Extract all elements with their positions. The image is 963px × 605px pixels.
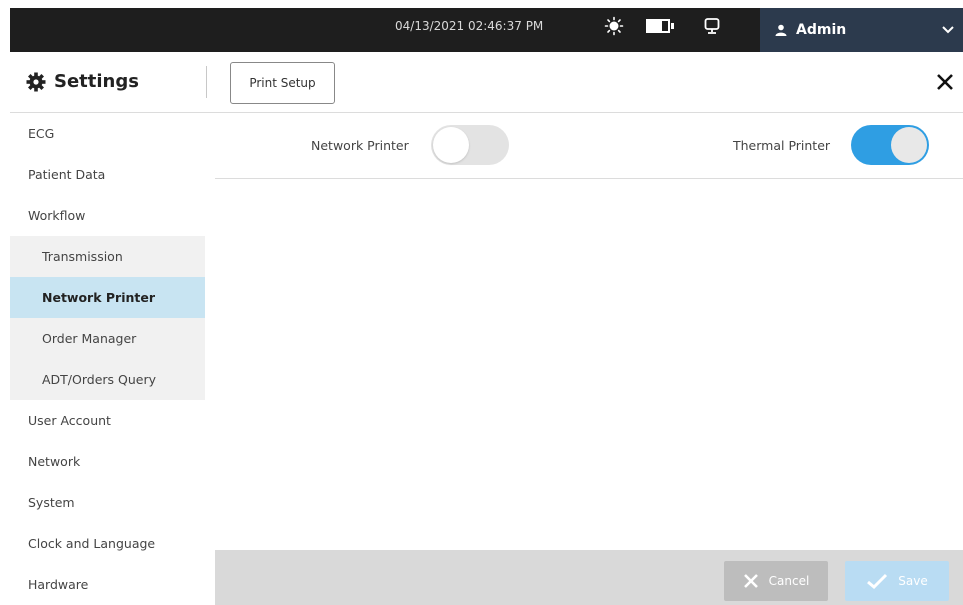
top-status-bar: 04/13/2021 02:46:37 PM Admin bbox=[10, 8, 963, 52]
header-divider bbox=[206, 66, 207, 98]
sidebar-item-system[interactable]: System bbox=[10, 482, 205, 523]
datetime-display: 04/13/2021 02:46:37 PM bbox=[395, 19, 544, 33]
sidebar-item-network-printer[interactable]: Network Printer bbox=[10, 277, 205, 318]
checkmark-icon bbox=[867, 573, 888, 589]
action-footer: Cancel Save bbox=[215, 550, 963, 605]
monitor-icon[interactable] bbox=[700, 8, 724, 44]
sidebar-item-user-account[interactable]: User Account bbox=[10, 400, 205, 441]
tab-print-setup[interactable]: Print Setup bbox=[230, 62, 335, 104]
user-menu[interactable]: Admin bbox=[760, 8, 963, 52]
close-icon bbox=[743, 574, 758, 588]
network-printer-toggle[interactable] bbox=[431, 125, 509, 165]
sidebar-item-network[interactable]: Network bbox=[10, 441, 205, 482]
network-printer-label: Network Printer bbox=[311, 138, 409, 153]
sidebar-item-hardware[interactable]: Hardware bbox=[10, 564, 205, 605]
settings-header: Settings Print Setup bbox=[10, 52, 963, 113]
cancel-label: Cancel bbox=[768, 574, 810, 588]
sidebar-item-order-manager[interactable]: Order Manager bbox=[10, 318, 205, 359]
sidebar-item-patient-data[interactable]: Patient Data bbox=[10, 154, 205, 195]
print-setup-panel: Network Printer Thermal Printer Cancel S… bbox=[215, 113, 963, 605]
sidebar-item-adt-orders-query[interactable]: ADT/Orders Query bbox=[10, 359, 205, 400]
close-icon[interactable] bbox=[927, 64, 963, 100]
cancel-button[interactable]: Cancel bbox=[724, 561, 828, 601]
sidebar-item-transmission[interactable]: Transmission bbox=[10, 236, 205, 277]
user-icon bbox=[772, 8, 790, 52]
save-label: Save bbox=[898, 574, 928, 588]
gear-icon bbox=[24, 52, 48, 112]
thermal-printer-label: Thermal Printer bbox=[733, 138, 831, 153]
toggle-knob bbox=[891, 127, 927, 163]
sidebar-item-ecg[interactable]: ECG bbox=[10, 113, 205, 154]
save-button[interactable]: Save bbox=[845, 561, 949, 601]
sidebar-item-workflow[interactable]: Workflow bbox=[10, 195, 205, 236]
battery-icon bbox=[642, 8, 678, 44]
sidebar-item-clock-and-language[interactable]: Clock and Language bbox=[10, 523, 205, 564]
chevron-down-icon[interactable] bbox=[938, 8, 958, 52]
page-title: Settings bbox=[54, 71, 139, 92]
thermal-printer-toggle[interactable] bbox=[851, 125, 929, 165]
toggle-knob bbox=[433, 127, 469, 163]
printer-options-row: Network Printer Thermal Printer bbox=[215, 113, 963, 179]
settings-sidebar: ECG Patient Data Workflow Transmission N… bbox=[10, 113, 205, 605]
user-name: Admin bbox=[796, 22, 847, 38]
brightness-icon[interactable] bbox=[602, 8, 626, 44]
